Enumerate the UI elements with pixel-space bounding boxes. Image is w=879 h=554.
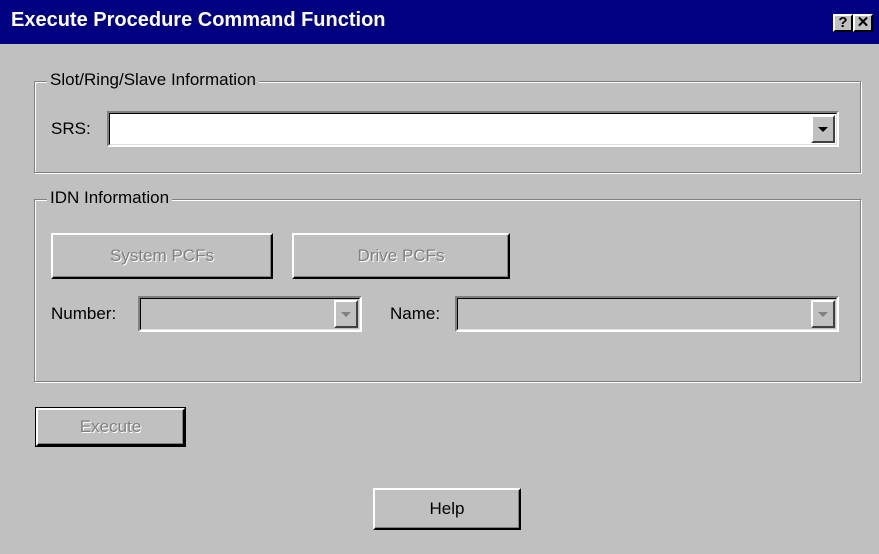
number-label: Number: [51, 304, 117, 323]
drive-pcfs-button-label: Drive PCFs [357, 246, 445, 265]
execute-button[interactable]: Execute [35, 407, 186, 447]
number-combobox-field[interactable] [140, 298, 360, 330]
srs-dropdown-arrow-icon[interactable] [811, 115, 835, 143]
title-bar: Execute Procedure Command Function ? ✕ [0, 0, 879, 44]
name-combobox[interactable] [455, 296, 839, 332]
srs-combobox[interactable] [107, 111, 839, 147]
execute-procedure-dialog: Execute Procedure Command Function ? ✕ S… [0, 0, 879, 554]
close-icon[interactable]: ✕ [853, 14, 873, 32]
name-combobox-field[interactable] [457, 298, 837, 330]
help-question-icon[interactable]: ? [833, 14, 853, 32]
name-label: Name: [390, 304, 441, 323]
help-button[interactable]: Help [373, 488, 521, 530]
srs-label: SRS: [51, 119, 91, 138]
system-pcfs-button-label: System PCFs [110, 246, 214, 265]
window-title: Execute Procedure Command Function [11, 9, 386, 31]
idn-group-legend: IDN Information [47, 188, 173, 208]
number-dropdown-arrow-icon[interactable] [334, 300, 358, 328]
name-dropdown-arrow-icon[interactable] [811, 300, 835, 328]
number-combobox[interactable] [138, 296, 362, 332]
idn-groupbox: IDN Information [34, 188, 861, 382]
srs-combobox-field[interactable] [109, 113, 837, 145]
srs-group-legend: Slot/Ring/Slave Information [47, 70, 259, 90]
system-pcfs-button[interactable]: System PCFs [51, 233, 273, 279]
drive-pcfs-button[interactable]: Drive PCFs [292, 233, 510, 279]
help-button-label: Help [429, 499, 465, 518]
execute-button-label: Execute [79, 417, 142, 436]
